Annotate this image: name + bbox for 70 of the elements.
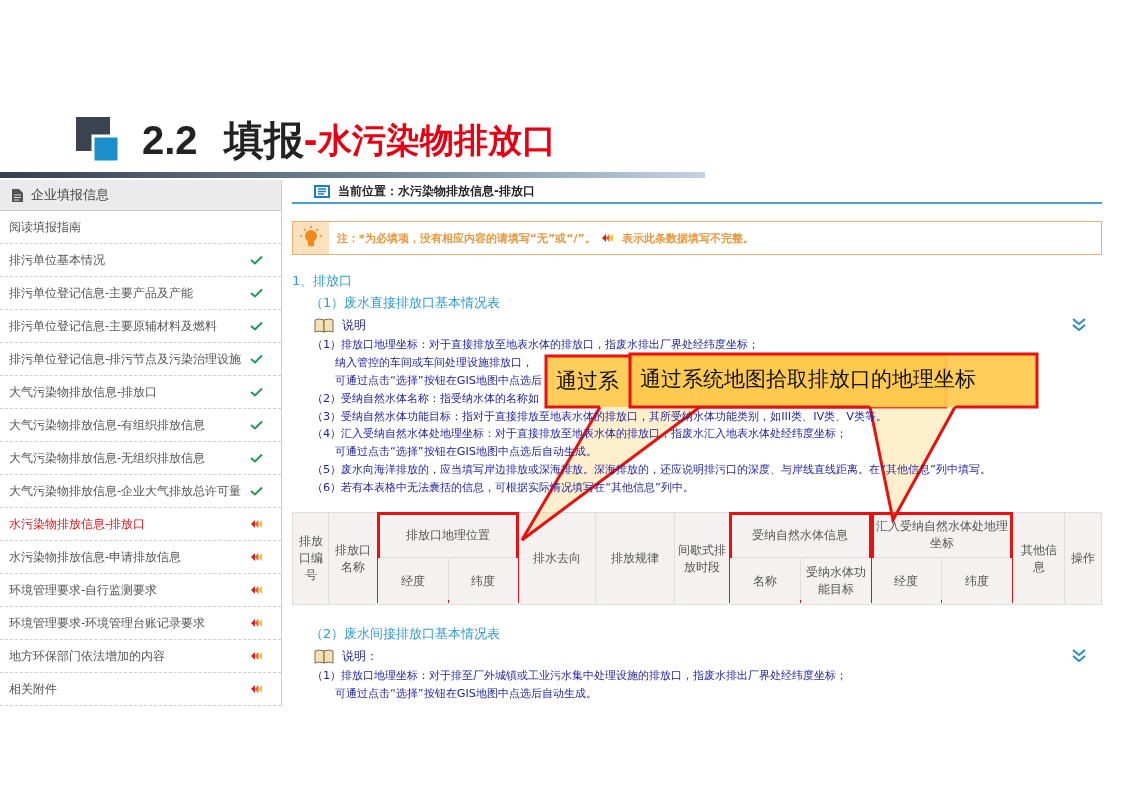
sidebar-item[interactable]: 排污单位登记信息-排污节点及污染治理设施 bbox=[0, 343, 281, 376]
column-header: 排水去向 bbox=[518, 512, 596, 605]
expand-icon[interactable] bbox=[1072, 649, 1086, 663]
note-text: （2）受纳自然水体名称：指受纳水体的名称如 bbox=[312, 391, 540, 405]
incomplete-icon bbox=[251, 652, 263, 660]
slide-title: 2.2 bbox=[142, 117, 198, 163]
list-icon bbox=[314, 184, 330, 198]
column-header: 排放规律 bbox=[595, 512, 675, 605]
sidebar-item[interactable]: 排污单位基本情况 bbox=[0, 244, 281, 277]
section-heading: 1、排放口 bbox=[292, 272, 354, 290]
column-header: 纬度 bbox=[448, 557, 519, 605]
sidebar-item[interactable]: 大气污染物排放信息-无组织排放信息 bbox=[0, 442, 281, 475]
book-icon bbox=[314, 317, 334, 333]
sidebar-item[interactable]: 大气污染物排放信息-排放口 bbox=[0, 376, 281, 409]
breadcrumb: 当前位置：水污染物排放信息-排放口 bbox=[338, 183, 535, 199]
incomplete-icon bbox=[251, 520, 263, 528]
note-text: （1）排放口地理坐标：对于直接排放至地表水体的排放口，指废水排出厂界处经纬度坐标； bbox=[312, 338, 760, 351]
note-text: 可通过点击“选择”按钮在GIS地图中点选后 bbox=[335, 373, 542, 387]
column-header: 间歇式排放时段 bbox=[674, 512, 730, 605]
book-icon bbox=[314, 648, 334, 664]
check-icon bbox=[250, 354, 263, 364]
incomplete-icon bbox=[601, 234, 614, 242]
note-text: 可通过点击“选择”按钮在GIS地图中点选后自动生成。 bbox=[335, 686, 597, 700]
column-header: 经度 bbox=[871, 557, 942, 605]
check-icon bbox=[250, 486, 263, 496]
sidebar-item[interactable]: 阅读填报指南 bbox=[0, 211, 281, 244]
column-header: 其他信息 bbox=[1012, 512, 1065, 605]
column-header: 操作 bbox=[1064, 512, 1102, 605]
column-header: 受纳水体功能目标 bbox=[800, 557, 872, 605]
sidebar-item[interactable]: 环境管理要求-环境管理台账记录要求 bbox=[0, 607, 281, 640]
column-header: 经度 bbox=[377, 557, 449, 605]
notes-label: 说明 bbox=[342, 316, 366, 334]
expand-icon[interactable] bbox=[1072, 318, 1086, 332]
sidebar-title: 企业填报信息 bbox=[31, 186, 109, 204]
incomplete-icon bbox=[251, 619, 263, 627]
note-text: （1）排放口地理坐标：对于排至厂外城镇或工业污水集中处理设施的排放口，指废水排出厂界处经纬度坐标； bbox=[312, 669, 848, 682]
check-icon bbox=[250, 255, 263, 265]
callout-text: 通过系统地图拾取排放口的地理坐标 bbox=[640, 366, 976, 393]
check-icon bbox=[250, 288, 263, 298]
sidebar-item[interactable]: 大气污染物排放信息-企业大气排放总许可量 bbox=[0, 475, 281, 508]
column-header: 纬度 bbox=[941, 557, 1013, 605]
note-text: 纳入管控的车间或车间处理设施排放口， bbox=[335, 355, 533, 369]
notice-text: 注：*为必填项，没有相应内容的请填写“无”或“/”。 bbox=[337, 230, 596, 246]
slide-subtitle: -水污染物排放口 bbox=[303, 119, 556, 160]
notice-text: 表示此条数据填写不完整。 bbox=[621, 230, 754, 246]
incomplete-icon bbox=[251, 553, 263, 561]
sidebar-item[interactable]: 排污单位登记信息-主要产品及产能 bbox=[0, 277, 281, 310]
sidebar-item[interactable]: 环境管理要求-自行监测要求 bbox=[0, 574, 281, 607]
incomplete-icon bbox=[251, 586, 263, 594]
slide-title: 填报 bbox=[223, 117, 304, 163]
check-icon bbox=[250, 420, 263, 430]
sidebar-item[interactable]: 排污单位登记信息-主要原辅材料及燃料 bbox=[0, 310, 281, 343]
column-header: 排放口编号 bbox=[292, 512, 329, 605]
document-icon bbox=[12, 188, 23, 202]
incomplete-icon bbox=[251, 685, 263, 693]
sidebar-item[interactable]: 水污染物排放信息-排放口 bbox=[0, 508, 281, 541]
sidebar-item[interactable]: 相关附件 bbox=[0, 673, 281, 706]
check-icon bbox=[250, 453, 263, 463]
sidebar-item[interactable]: 地方环保部门依法增加的内容 bbox=[0, 640, 281, 673]
title-squares-icon bbox=[76, 117, 120, 163]
subsection-heading: （2）废水间接排放口基本情况表 bbox=[309, 625, 502, 643]
sidebar-item[interactable]: 水污染物排放信息-申请排放信息 bbox=[0, 541, 281, 574]
subsection-heading: （1）废水直接排放口基本情况表 bbox=[309, 294, 502, 312]
check-icon bbox=[250, 387, 263, 397]
column-header: 排放口名称 bbox=[328, 512, 378, 605]
sidebar-item[interactable]: 大气污染物排放信息-有组织排放信息 bbox=[0, 409, 281, 442]
column-header: 名称 bbox=[729, 557, 801, 605]
check-icon bbox=[250, 321, 263, 331]
notes-label: 说明： bbox=[342, 647, 378, 665]
callout-text: 通过系 bbox=[556, 368, 619, 395]
